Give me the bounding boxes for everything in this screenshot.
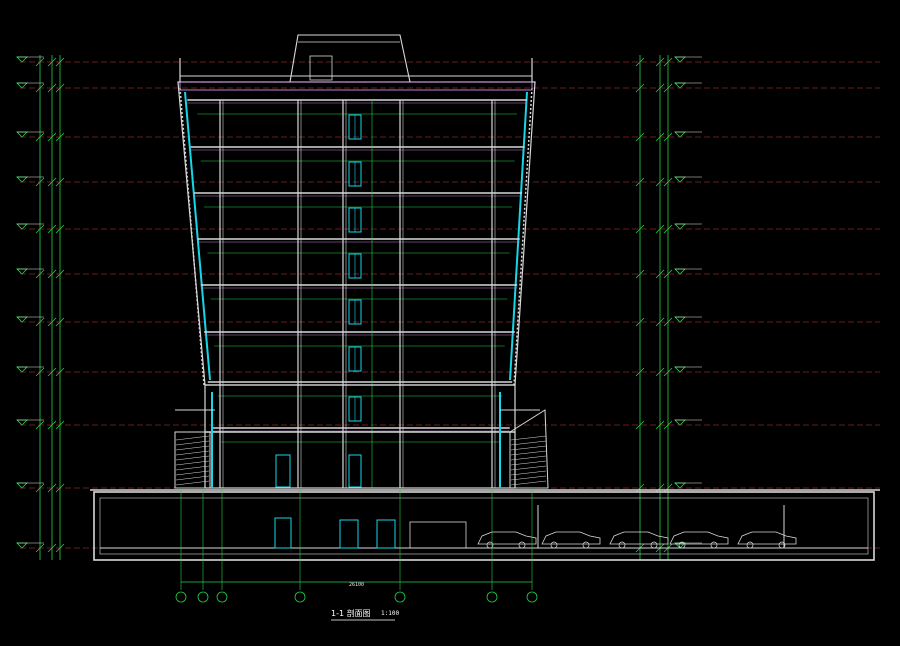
stair-tread (510, 445, 547, 451)
axis-bubble (216, 591, 228, 603)
elevation-mark (674, 366, 686, 373)
stair-tread (175, 450, 210, 456)
elevation-mark (16, 366, 28, 373)
drawing-title: 1-1 剖面图 (331, 609, 371, 618)
elevation-mark (16, 223, 28, 230)
car-wheel (518, 541, 526, 549)
car-wheel (550, 541, 558, 549)
ramp-frame (409, 521, 467, 549)
drawing-scale: 1:100 (381, 610, 400, 617)
stair-tread (510, 440, 547, 446)
stair-tread (510, 450, 547, 456)
stair-tread (175, 435, 210, 441)
dimension-lines (16, 55, 702, 560)
elevation-mark (16, 542, 28, 549)
tower-outline (177, 81, 536, 386)
elevation-mark (674, 176, 686, 183)
stair-tread (510, 480, 547, 486)
car-wheel (710, 541, 718, 549)
car (737, 531, 797, 545)
elevation-mark (16, 482, 28, 489)
axis-markers (175, 490, 538, 621)
stair-tread (175, 445, 210, 451)
car (669, 531, 729, 545)
elevation-mark (674, 82, 686, 89)
elevation-mark (16, 56, 28, 63)
stair-tread (175, 475, 210, 481)
elevation-mark (674, 56, 686, 63)
elevation-mark (674, 316, 686, 323)
wall-hatch-right (513, 87, 533, 386)
axis-bubble (486, 591, 498, 603)
elevation-mark (16, 268, 28, 275)
axis-bubble (394, 591, 406, 603)
elevation-mark (16, 131, 28, 138)
stair-tread (175, 470, 210, 476)
stair-tread (175, 455, 210, 461)
basement-door (274, 517, 292, 549)
wall-hatch-left (179, 87, 205, 386)
podium-outline (204, 384, 516, 489)
elevation-mark (674, 131, 686, 138)
axis-bubble (175, 591, 187, 603)
car (609, 531, 669, 545)
door (275, 454, 291, 488)
car (541, 531, 601, 545)
stair-tread (510, 455, 547, 461)
car-wheel (650, 541, 658, 549)
door (348, 454, 362, 488)
elevation-mark (16, 419, 28, 426)
elevation-mark (674, 419, 686, 426)
car (477, 531, 537, 545)
drawing-canvas (16, 34, 880, 621)
cut-wall-left (184, 91, 211, 381)
axis-bubble (526, 591, 538, 603)
building-section (90, 34, 880, 491)
elevation-mark (16, 316, 28, 323)
car-wheel (582, 541, 590, 549)
basement-section (93, 491, 875, 561)
basement-outline (93, 491, 875, 561)
roof-slab (179, 81, 533, 91)
stair-tread (510, 460, 547, 466)
stair-tread (510, 475, 547, 481)
stair-tread (510, 470, 547, 476)
stair-tread (175, 440, 210, 446)
elevation-mark (16, 176, 28, 183)
axis-bubble (197, 591, 209, 603)
stair-tread (510, 465, 547, 471)
car-wheel (618, 541, 626, 549)
basement-door (376, 519, 396, 549)
stair-tread (175, 480, 210, 486)
elevation-mark (674, 482, 686, 489)
axis-bubble (294, 591, 306, 603)
stair-tread (175, 465, 210, 471)
floor-level-lines (20, 61, 880, 549)
car-wheel (746, 541, 754, 549)
elevation-mark (674, 268, 686, 275)
stair-tread (510, 435, 547, 441)
stair-tread (175, 460, 210, 466)
elevation-mark (674, 223, 686, 230)
overall-dimension: 26100 (349, 582, 365, 588)
basement-door (339, 519, 359, 549)
elevation-mark (16, 82, 28, 89)
